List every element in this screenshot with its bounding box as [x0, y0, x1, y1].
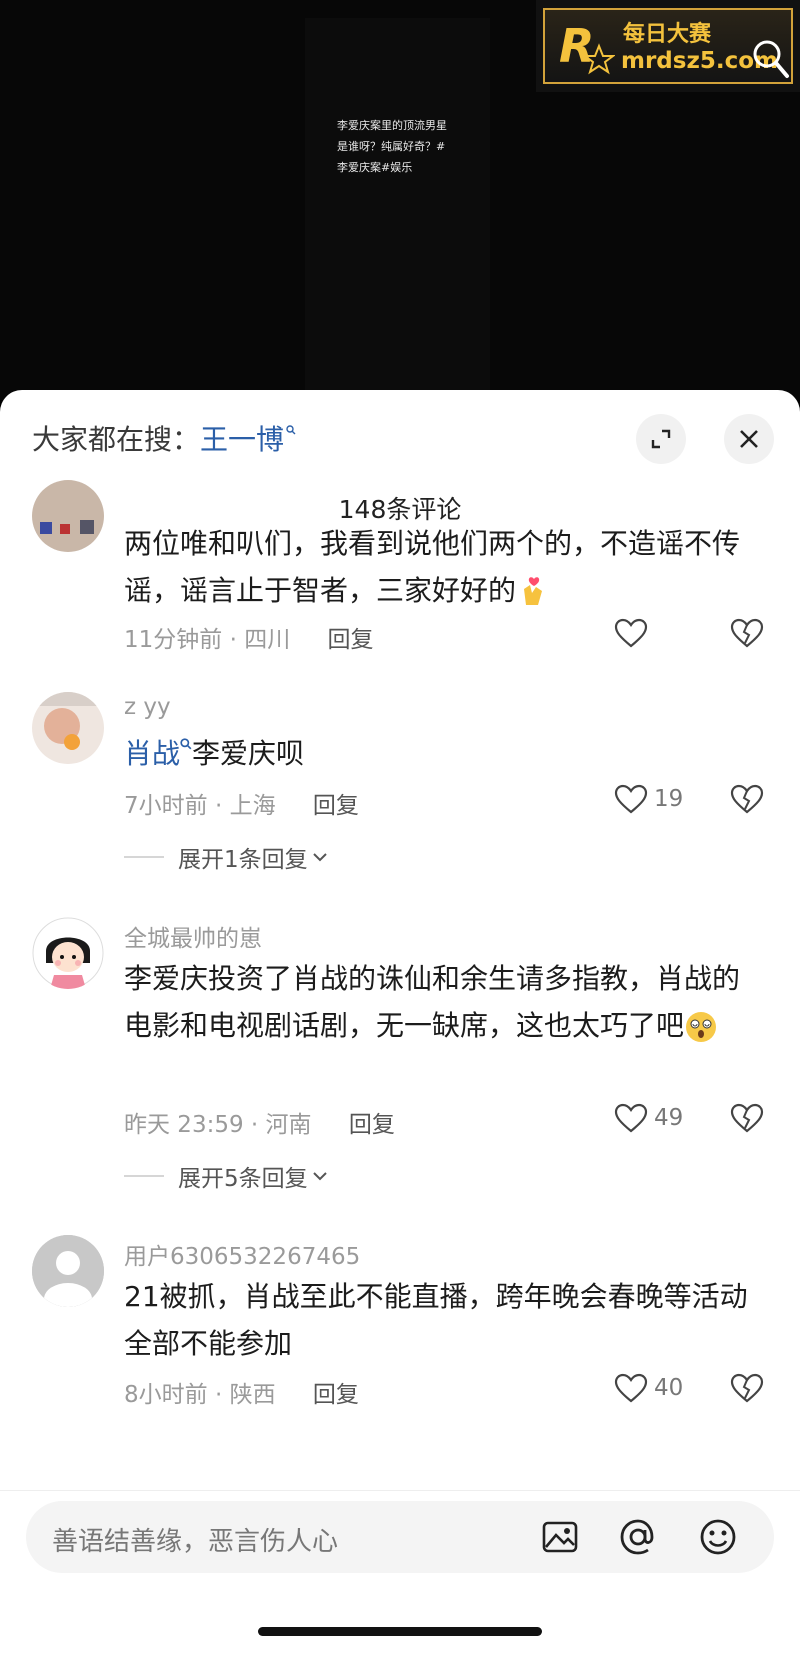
svg-text:R: R: [559, 20, 594, 73]
avatar[interactable]: [32, 692, 104, 764]
finger-heart-emoji-icon: [524, 577, 543, 605]
like-count: 40: [654, 1375, 684, 1401]
broken-heart-icon[interactable]: [730, 618, 764, 648]
comment-username[interactable]: z yy: [124, 694, 171, 720]
close-icon: [740, 430, 758, 448]
heart-icon: [614, 618, 648, 648]
watermark-logo-icon: R: [559, 20, 615, 75]
broken-heart-icon[interactable]: [730, 1373, 764, 1403]
watermark-badge: R 每日大赛 mrdsz5.com: [543, 8, 793, 84]
comment-time-location: 11分钟前 · 四川: [124, 627, 291, 653]
chevron-down-icon: [312, 853, 327, 862]
trending-search[interactable]: 大家都在搜：王一博: [32, 418, 296, 458]
comment-text: 肖战 李爱庆呗: [124, 737, 305, 770]
mention-link[interactable]: 肖战: [124, 737, 180, 770]
search-icon: [180, 738, 192, 750]
avatar-image: [32, 480, 104, 552]
comment-time-location: 8小时前 · 陕西: [124, 1382, 276, 1408]
comment-text: 21被抓，肖战至此不能直播，跨年晚会春晚等活动全部不能参加: [124, 1280, 748, 1360]
comment-meta: 11分钟前 · 四川 回复: [124, 620, 374, 654]
heart-icon: [614, 784, 648, 814]
reply-button[interactable]: 回复: [349, 1112, 395, 1138]
divider: [124, 1175, 164, 1177]
heart-icon: [614, 1373, 648, 1403]
comment-input[interactable]: 善语结善缘，恶言伤人心: [26, 1501, 774, 1573]
like-count: 19: [654, 786, 684, 812]
like-button[interactable]: [614, 618, 654, 648]
dizzy-face-emoji-icon: [686, 1012, 717, 1042]
comment-meta: 8小时前 · 陕西 回复: [124, 1375, 359, 1409]
expand-replies-button[interactable]: 展开1条回复: [124, 840, 328, 874]
comment-text: 两位唯和叭们，我看到说他们两个的，不造谣不传谣，谣言止于智者，三家好好的: [124, 527, 741, 607]
comment-input-placeholder: 善语结善缘，恶言伤人心: [52, 1527, 339, 1557]
watermark-title: 每日大赛: [623, 22, 712, 47]
avatar[interactable]: [32, 1235, 104, 1307]
like-count: 49: [654, 1105, 684, 1131]
reply-button[interactable]: 回复: [313, 793, 359, 819]
comments-sheet: 大家都在搜：王一博 148条评论 两位唯和叭们，我看到说他们两个的，不造谣不传谣…: [0, 390, 800, 1654]
close-button[interactable]: [724, 414, 774, 464]
comment-time-location: 7小时前 · 上海: [124, 793, 276, 819]
comment-text: 李爱庆投资了肖战的诛仙和余生请多指教，肖战的电影和电视剧话剧，无一缺席，这也太巧…: [124, 962, 741, 1042]
avatar[interactable]: [32, 480, 104, 552]
at-icon[interactable]: [618, 1517, 658, 1557]
expand-replies-label: 展开5条回复: [178, 1166, 308, 1192]
image-icon[interactable]: [540, 1517, 580, 1557]
emoji-icon[interactable]: [698, 1517, 738, 1557]
heart-icon: [614, 1103, 648, 1133]
broken-heart-icon[interactable]: [730, 784, 764, 814]
watermark: R 每日大赛 mrdsz5.com: [536, 0, 800, 92]
trending-search-term[interactable]: 王一博: [200, 423, 284, 456]
avatar-image: [32, 917, 104, 989]
video-frame: [305, 18, 490, 398]
video-caption: 李爱庆案里的顶流男星 是谁呀？纯属好奇？# 李爱庆案#娱乐: [337, 119, 447, 174]
like-button[interactable]: 40: [614, 1373, 683, 1403]
magnifier-icon: [753, 40, 789, 78]
home-indicator[interactable]: [258, 1627, 542, 1636]
like-button[interactable]: 19: [614, 784, 683, 814]
default-avatar-icon: [32, 1235, 104, 1307]
broken-heart-icon[interactable]: [730, 1103, 764, 1133]
expand-icon: [651, 429, 671, 449]
reply-button[interactable]: 回复: [313, 1382, 359, 1408]
reply-button[interactable]: 回复: [328, 627, 374, 653]
comment-input-bar: 善语结善缘，恶言伤人心: [0, 1490, 800, 1655]
comment-username[interactable]: 全城最帅的崽: [124, 919, 262, 953]
avatar-image: [32, 692, 104, 764]
divider: [124, 856, 164, 858]
comment-username[interactable]: 用户6306532267465: [124, 1237, 360, 1271]
avatar[interactable]: [32, 917, 104, 989]
search-icon: [286, 425, 296, 435]
comment-meta: 7小时前 · 上海 回复: [124, 786, 359, 820]
like-button[interactable]: 49: [614, 1103, 683, 1133]
comment-meta: 昨天 23:59 · 河南 回复: [124, 1105, 395, 1139]
comment-time-location: 昨天 23:59 · 河南: [124, 1112, 312, 1138]
trending-search-label: 大家都在搜：: [32, 423, 201, 456]
expand-button[interactable]: [636, 414, 686, 464]
expand-replies-button[interactable]: 展开5条回复: [124, 1159, 328, 1193]
expand-replies-label: 展开1条回复: [178, 847, 308, 873]
chevron-down-icon: [312, 1172, 327, 1181]
